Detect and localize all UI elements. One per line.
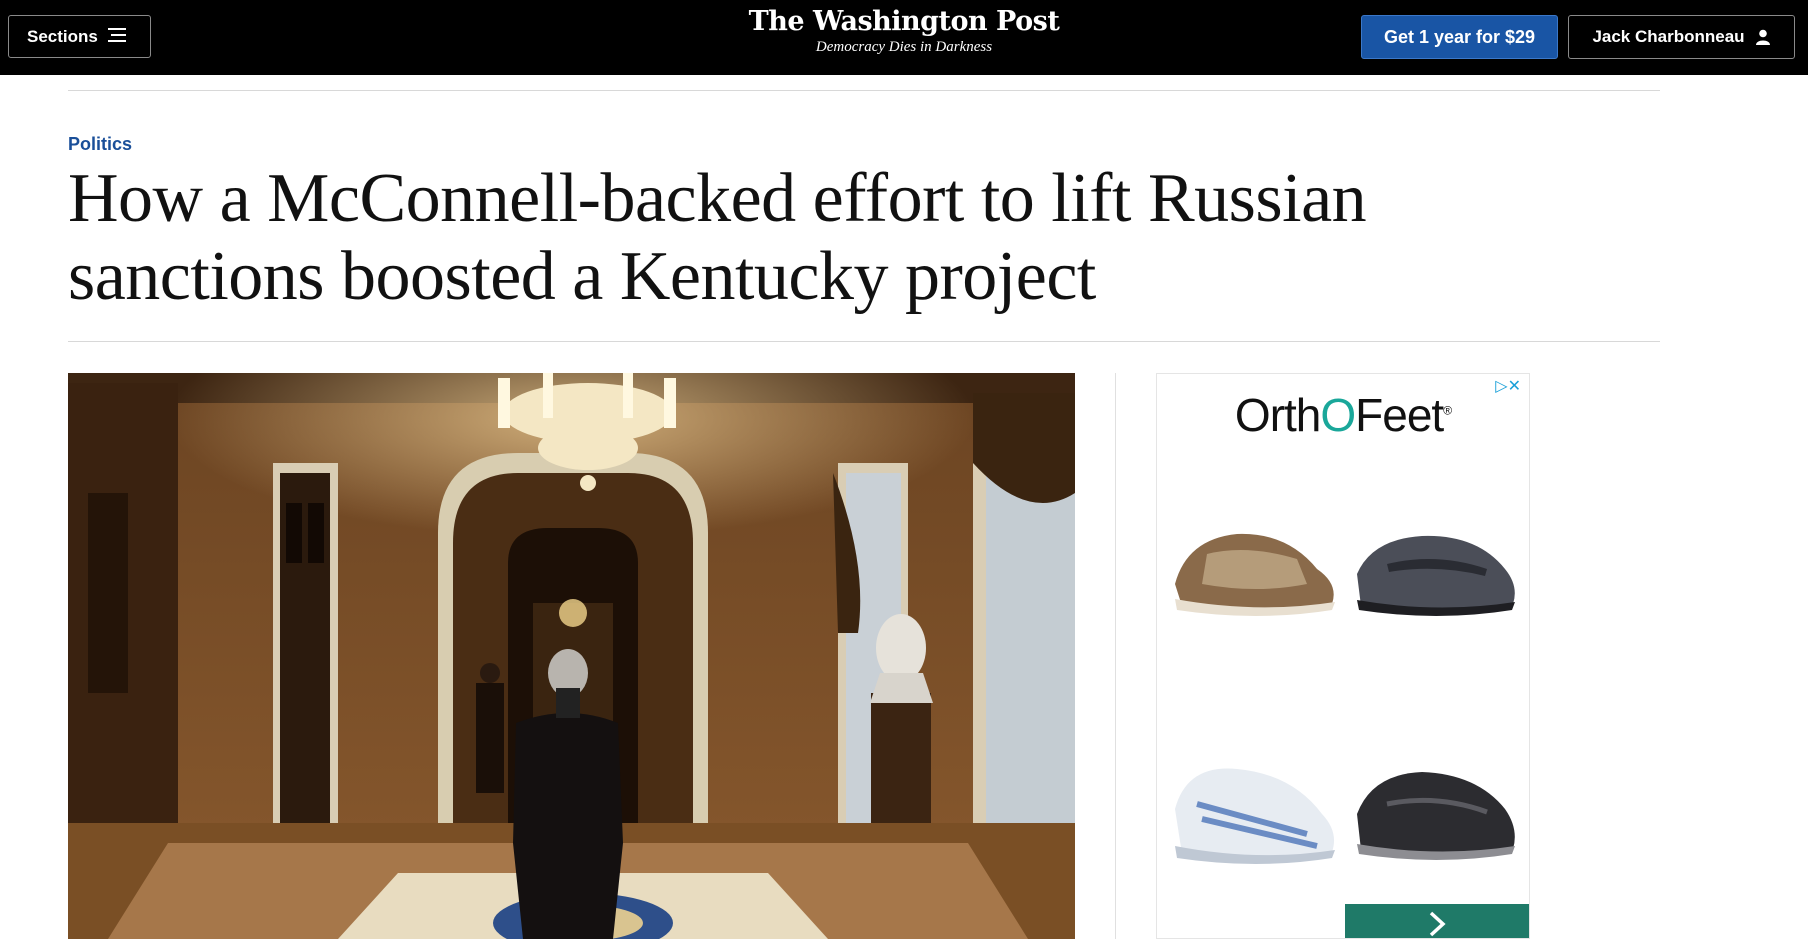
headline-line-2: sanctions boosted a Kentucky project bbox=[68, 238, 1096, 315]
brand-text-right: Feet bbox=[1355, 389, 1444, 441]
registered-mark: ® bbox=[1443, 403, 1452, 418]
account-name: Jack Charbonneau bbox=[1592, 27, 1745, 46]
brand-text-left: Orth bbox=[1234, 389, 1321, 441]
chevron-right-icon bbox=[1429, 911, 1446, 937]
subscribe-button[interactable]: Get 1 year for $29 bbox=[1361, 15, 1558, 59]
lead-photo[interactable] bbox=[68, 373, 1075, 939]
headline-divider bbox=[68, 341, 1660, 342]
top-divider bbox=[68, 90, 1660, 91]
brand-foot-mark: O bbox=[1320, 389, 1356, 441]
headline-line-1: How a McConnell-backed effort to lift Ru… bbox=[68, 160, 1367, 237]
column-divider bbox=[1115, 373, 1116, 939]
mary-jane-shoe-image[interactable] bbox=[1347, 514, 1522, 624]
account-button[interactable]: Jack Charbonneau bbox=[1568, 15, 1795, 59]
top-navigation-bar: Sections The Washington Post Democracy D… bbox=[0, 0, 1808, 75]
advertisement[interactable]: ▷✕ OrthOFeet® bbox=[1156, 373, 1530, 939]
sneaker-shoe-image[interactable] bbox=[1167, 754, 1342, 874]
user-icon bbox=[1755, 29, 1771, 45]
sandal-shoe-image[interactable] bbox=[1167, 514, 1342, 624]
ad-next-button[interactable] bbox=[1345, 904, 1529, 938]
ad-brand-logo[interactable]: OrthOFeet® bbox=[1157, 388, 1529, 442]
article-headline: How a McConnell-backed effort to lift Ru… bbox=[68, 160, 1628, 316]
section-kicker-link[interactable]: Politics bbox=[68, 134, 132, 155]
slip-on-shoe-image[interactable] bbox=[1347, 754, 1522, 874]
